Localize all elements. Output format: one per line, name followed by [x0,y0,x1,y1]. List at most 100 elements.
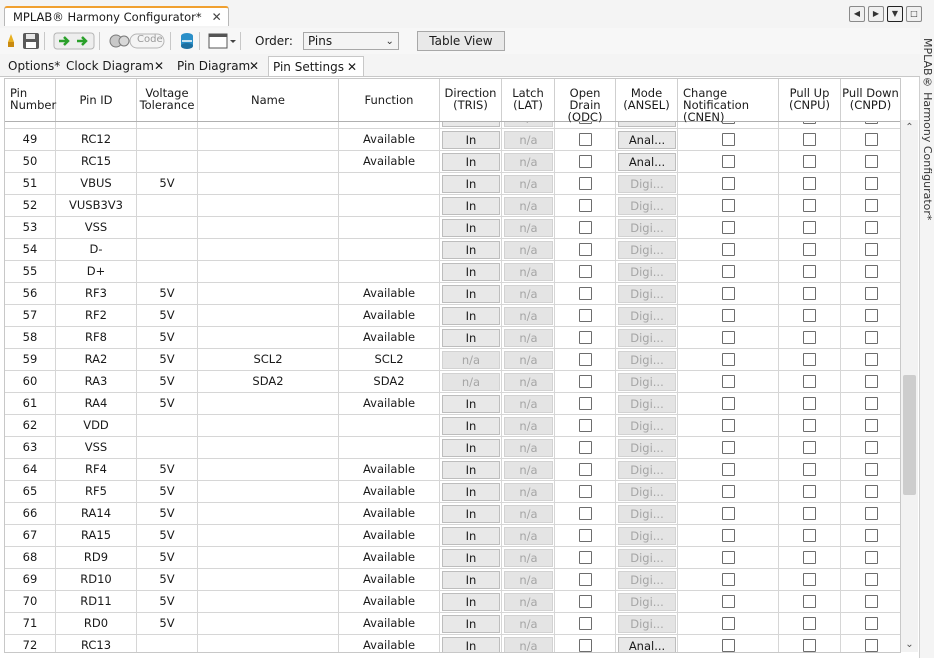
dropdown-icon[interactable]: ▼ [887,6,903,22]
pull-up-checkbox[interactable] [803,639,816,652]
table-row[interactable]: 65 RF5 5V Available In n/a Digi... [5,481,900,503]
generate-icon[interactable] [53,32,95,50]
open-drain-checkbox[interactable] [579,595,592,608]
open-drain-checkbox[interactable] [579,507,592,520]
pull-down-checkbox[interactable] [865,573,878,586]
open-drain-checkbox[interactable] [579,551,592,564]
change-notification-checkbox[interactable] [722,133,735,146]
column-header-pull-up[interactable]: Pull Up (CNPU) [779,79,841,121]
open-drain-checkbox[interactable] [579,309,592,322]
open-drain-checkbox[interactable] [579,573,592,586]
pull-up-checkbox[interactable] [803,419,816,432]
open-drain-checkbox[interactable] [579,441,592,454]
direction-button[interactable]: In [442,263,500,281]
open-drain-checkbox[interactable] [579,485,592,498]
open-drain-checkbox[interactable] [579,397,592,410]
direction-button[interactable]: In [442,285,500,303]
pull-up-checkbox[interactable] [803,463,816,476]
pull-up-checkbox[interactable] [803,573,816,586]
pull-down-checkbox[interactable] [865,133,878,146]
open-drain-checkbox[interactable] [579,177,592,190]
table-row[interactable]: 70 RD11 5V Available In n/a Digi... [5,591,900,613]
chevron-down-icon[interactable]: ⌄ [901,639,918,650]
pull-up-checkbox[interactable] [803,265,816,278]
column-header-pin-number[interactable]: Pin Number [5,79,56,121]
open-drain-checkbox[interactable] [579,617,592,630]
open-drain-checkbox[interactable] [579,375,592,388]
change-notification-checkbox[interactable] [722,309,735,322]
table-row[interactable]: 52 VUSB3V3 In n/a Digi... [5,195,900,217]
pull-up-checkbox[interactable] [803,133,816,146]
pull-down-checkbox[interactable] [865,441,878,454]
direction-button[interactable]: In [442,483,500,501]
table-row[interactable]: 68 RD9 5V Available In n/a Digi... [5,547,900,569]
change-notification-checkbox[interactable] [722,573,735,586]
table-row[interactable]: 69 RD10 5V Available In n/a Digi... [5,569,900,591]
change-notification-checkbox[interactable] [722,177,735,190]
pull-up-checkbox[interactable] [803,287,816,300]
mode-button[interactable]: Anal... [618,637,676,652]
table-view-button[interactable]: Table View [416,31,505,51]
change-notification-checkbox[interactable] [722,595,735,608]
code-icon[interactable]: Code [108,32,166,50]
open-drain-checkbox[interactable] [579,155,592,168]
direction-button[interactable]: In [442,175,500,193]
direction-button[interactable]: In [442,307,500,325]
direction-button[interactable]: In [442,197,500,215]
pull-down-checkbox[interactable] [865,309,878,322]
direction-button[interactable]: In [442,219,500,237]
table-row[interactable]: 62 VDD In n/a Digi... [5,415,900,437]
pull-up-checkbox[interactable] [803,617,816,630]
pull-up-checkbox[interactable] [803,331,816,344]
open-drain-checkbox[interactable] [579,133,592,146]
column-header-open-drain[interactable]: Open Drain (ODC) [555,79,616,123]
scroll-left-icon[interactable]: ◀ [849,6,865,22]
table-row[interactable]: 53 VSS In n/a Digi... [5,217,900,239]
table-row[interactable]: 56 RF3 5V Available In n/a Digi... [5,283,900,305]
pull-down-checkbox[interactable] [865,155,878,168]
open-drain-checkbox[interactable] [579,221,592,234]
direction-button[interactable]: In [442,153,500,171]
pull-down-checkbox[interactable] [865,221,878,234]
open-drain-checkbox[interactable] [579,199,592,212]
database-icon[interactable] [179,32,195,50]
direction-button[interactable]: In [442,417,500,435]
save-icon[interactable] [22,32,40,50]
open-drain-checkbox[interactable] [579,639,592,652]
table-row[interactable]: 50 RC15 Available In n/a Anal... [5,151,900,173]
pull-down-checkbox[interactable] [865,595,878,608]
pull-down-checkbox[interactable] [865,507,878,520]
pull-up-checkbox[interactable] [803,507,816,520]
mode-button[interactable]: Anal... [618,153,676,171]
tab-pin-settings[interactable]: Pin Settings ✕ [268,56,364,76]
pull-down-checkbox[interactable] [865,287,878,300]
column-header-pin-id[interactable]: Pin ID [56,79,137,121]
pull-down-checkbox[interactable] [865,375,878,388]
pull-down-checkbox[interactable] [865,177,878,190]
direction-button[interactable]: In [442,637,500,652]
change-notification-checkbox[interactable] [722,155,735,168]
pull-down-checkbox[interactable] [865,463,878,476]
change-notification-checkbox[interactable] [722,397,735,410]
open-drain-checkbox[interactable] [579,529,592,542]
column-header-change-notification[interactable]: Change Notification (CNEN) [678,79,779,123]
pull-up-checkbox[interactable] [803,353,816,366]
close-icon[interactable]: ✕ [154,56,164,76]
direction-button[interactable]: In [442,593,500,611]
open-drain-checkbox[interactable] [579,353,592,366]
pull-up-checkbox[interactable] [803,177,816,190]
change-notification-checkbox[interactable] [722,551,735,564]
direction-button[interactable]: In [442,505,500,523]
scroll-right-icon[interactable]: ▶ [868,6,884,22]
pull-up-checkbox[interactable] [803,397,816,410]
change-notification-checkbox[interactable] [722,419,735,432]
pull-down-checkbox[interactable] [865,331,878,344]
close-icon[interactable]: ✕ [249,56,259,76]
column-header-function[interactable]: Function [339,79,440,121]
table-row[interactable]: 61 RA4 5V Available In n/a Digi... [5,393,900,415]
open-drain-checkbox[interactable] [579,243,592,256]
column-header-voltage-tolerance[interactable]: Voltage Tolerance [137,79,198,121]
scrollbar-thumb[interactable] [903,375,916,495]
table-row[interactable]: 57 RF2 5V Available In n/a Digi... [5,305,900,327]
table-row[interactable]: 60 RA3 5V SDA2 SDA2 n/a n/a Digi... [5,371,900,393]
